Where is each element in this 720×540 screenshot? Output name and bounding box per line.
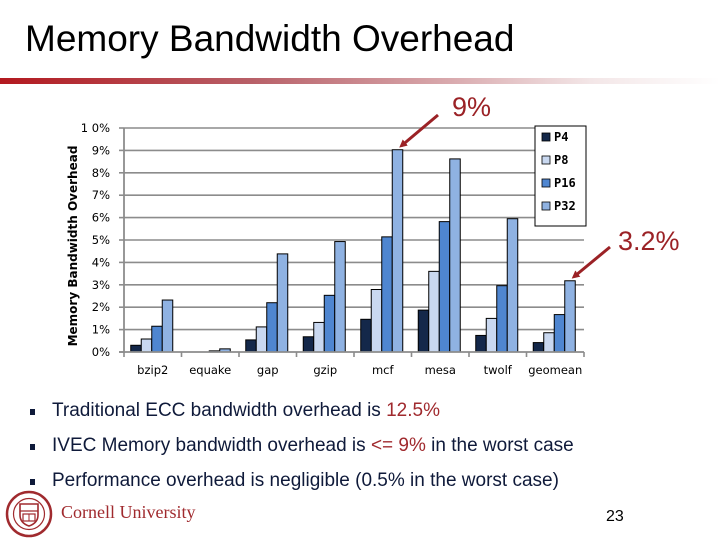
- bar-p16-twolf: [496, 285, 508, 353]
- bar-p8-bzip2: [140, 338, 153, 353]
- bar-p16-gap: [266, 302, 278, 353]
- bar-chart: 0% 1% 2% 3% 4% 5% 6% 7% 8% 9% 1 0% bzip2 equake gap g…: [66, 92, 680, 377]
- x-axis-labels: bzip2 equake gap gzip mcf mesa twolf geomean: [137, 363, 582, 377]
- institution-name: Cornell University: [61, 502, 196, 522]
- bullet-text: Performance overhead is negligible (0.5%…: [52, 470, 559, 491]
- legend-swatch-p32: [541, 201, 551, 211]
- y-tick-label: 9%: [92, 143, 110, 157]
- bullet-square-icon: [30, 479, 35, 485]
- bar-p32-bzip2: [161, 299, 174, 353]
- x-category-label: twolf: [484, 363, 513, 377]
- bullet-text: in the worst case: [425, 435, 574, 456]
- legend-swatch-p8: [541, 155, 551, 165]
- legend-swatch-p4: [541, 132, 551, 142]
- bar-p8-mcf: [370, 289, 383, 353]
- bar-p16-mcf: [381, 236, 393, 353]
- legend-label: P16: [554, 176, 576, 190]
- y-tick-label: 6%: [92, 211, 110, 225]
- bar-p32-gzip: [334, 241, 346, 353]
- bar-p32-mcf: [391, 149, 404, 353]
- bar-p16-gzip: [323, 294, 336, 353]
- bullet-list: Traditional ECC bandwidth overhead is 12…: [30, 398, 574, 503]
- x-category-label: mesa: [425, 363, 456, 377]
- x-category-label: gap: [257, 363, 279, 377]
- y-tick-label: 1 0%: [81, 121, 110, 135]
- y-tick-label: 5%: [92, 233, 110, 247]
- bar-p4-mesa: [417, 309, 430, 353]
- bar-p4-geomean: [532, 342, 545, 353]
- bar-p16-mesa: [438, 221, 451, 353]
- legend-swatch-p16: [541, 178, 551, 188]
- bars: [130, 149, 576, 353]
- bar-p32-gap: [276, 253, 289, 353]
- y-tick-label: 4%: [92, 255, 110, 269]
- legend-label: P32: [554, 199, 576, 213]
- bar-p4-gap: [245, 339, 257, 353]
- bar-p32-twolf: [506, 218, 519, 353]
- annotation-label: 3.2%: [618, 226, 680, 256]
- y-axis-title: Memory Bandwidth Overhead: [66, 146, 80, 347]
- bullet-item: Traditional ECC bandwidth overhead is 12…: [30, 398, 574, 433]
- bullet-text: Traditional ECC bandwidth overhead is: [52, 400, 387, 421]
- bar-p8-gzip: [313, 321, 325, 353]
- y-tick-label: 7%: [92, 188, 110, 202]
- bar-p8-twolf: [485, 317, 498, 353]
- highlighted-value: <= 9%: [370, 435, 426, 456]
- bullet-item: Performance overhead is negligible (0.5%…: [30, 468, 574, 503]
- annotation-label: 9%: [452, 92, 491, 122]
- legend-label: P4: [554, 130, 568, 144]
- legend-label: P8: [554, 153, 568, 167]
- bar-p16-geomean: [553, 314, 566, 353]
- bar-p16-bzip2: [151, 325, 163, 353]
- y-tick-label: 8%: [92, 166, 110, 180]
- x-category-label: mcf: [372, 363, 395, 377]
- annotation-arrow: [399, 113, 439, 148]
- page-number: 23: [606, 508, 624, 525]
- cornell-seal-icon: [5, 490, 53, 538]
- y-tick-label: 2%: [92, 300, 110, 314]
- x-category-label: geomean: [528, 363, 582, 377]
- y-tick-label: 3%: [92, 278, 110, 292]
- bar-p8-mesa: [428, 270, 440, 353]
- legend: P4 P8 P16 P32: [534, 125, 587, 227]
- bullet-text: IVEC Memory bandwidth overhead is: [52, 435, 371, 456]
- y-axis-ticks: 0% 1% 2% 3% 4% 5% 6% 7% 8% 9% 1 0%: [81, 121, 110, 359]
- bar-p32-geomean: [564, 280, 576, 353]
- highlighted-value: 12.5%: [386, 400, 440, 421]
- x-category-label: bzip2: [137, 363, 168, 377]
- bar-p4-mcf: [360, 318, 372, 353]
- bullet-square-icon: [30, 409, 35, 415]
- x-category-label: equake: [189, 363, 231, 377]
- bar-p4-gzip: [302, 336, 315, 353]
- bar-p4-twolf: [475, 334, 487, 353]
- x-category-label: gzip: [313, 363, 337, 377]
- y-tick-label: 0%: [92, 345, 110, 359]
- bar-p8-gap: [255, 326, 268, 353]
- bullet-item: IVEC Memory bandwidth overhead is <= 9% …: [30, 433, 574, 468]
- y-tick-label: 1%: [92, 323, 110, 337]
- bar-p8-geomean: [543, 332, 555, 353]
- bar-p4-bzip2: [130, 344, 142, 353]
- bar-p32-mesa: [449, 158, 461, 353]
- bullet-square-icon: [30, 444, 35, 450]
